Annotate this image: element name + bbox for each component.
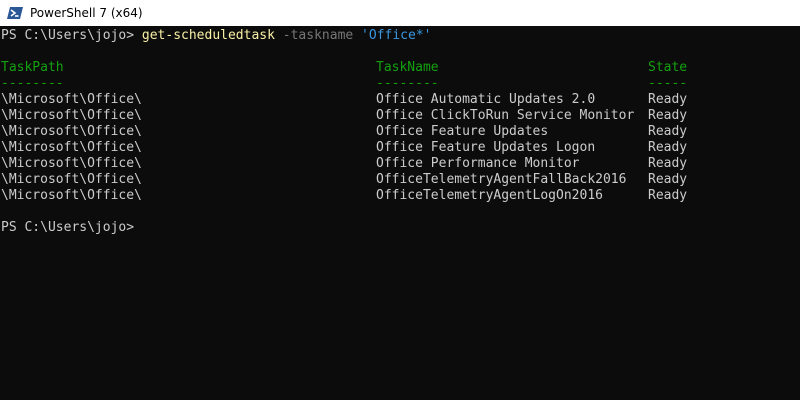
parameter-text: -taskname <box>274 28 362 43</box>
row-state: Ready <box>648 140 688 155</box>
separator-taskpath: -------- <box>1 76 64 91</box>
row-taskname: OfficeTelemetryAgentFallBack2016 <box>376 172 627 187</box>
table-row: \Microsoft\Office\ Office Feature Update… <box>1 140 800 156</box>
row-taskpath: \Microsoft\Office\ <box>1 92 142 107</box>
row-taskpath: \Microsoft\Office\ <box>1 156 142 171</box>
row-taskpath: \Microsoft\Office\ <box>1 124 142 139</box>
row-state: Ready <box>648 156 688 171</box>
table-row: \Microsoft\Office\ OfficeTelemetryAgentF… <box>1 172 800 188</box>
row-taskname: Office Performance Monitor <box>376 156 580 171</box>
row-taskpath: \Microsoft\Office\ <box>1 140 142 155</box>
command-line: PS C:\Users\jojo> get-scheduledtask -tas… <box>1 28 432 44</box>
argument-text: 'Office*' <box>361 28 432 43</box>
powershell-window: PowerShell 7 (x64) PS C:\Users\jojo> get… <box>0 0 800 400</box>
row-taskname: OfficeTelemetryAgentLogOn2016 <box>376 188 603 203</box>
row-taskpath: \Microsoft\Office\ <box>1 172 142 187</box>
title-bar[interactable]: PowerShell 7 (x64) <box>0 0 800 26</box>
row-taskpath: \Microsoft\Office\ <box>1 188 142 203</box>
row-taskname: Office ClickToRun Service Monitor <box>376 108 635 123</box>
prompt-line: PS C:\Users\jojo> <box>1 220 135 235</box>
table-row: \Microsoft\Office\ Office Automatic Upda… <box>1 92 800 108</box>
row-state: Ready <box>648 124 688 139</box>
header-state: State <box>648 60 688 75</box>
table-row: \Microsoft\Office\ Office Feature Update… <box>1 124 800 140</box>
row-taskname: Office Feature Updates Logon <box>376 140 596 155</box>
command-text: get-scheduledtask <box>141 28 275 43</box>
row-state: Ready <box>648 108 688 123</box>
separator-taskname: -------- <box>376 76 439 91</box>
row-taskname: Office Automatic Updates 2.0 <box>376 92 596 107</box>
table-header: TaskPath TaskName State <box>1 60 800 76</box>
separator-state: ----- <box>648 76 688 91</box>
table-separator: -------- -------- ----- <box>1 76 800 92</box>
prompt-text: PS C:\Users\jojo> <box>1 28 142 43</box>
row-state: Ready <box>648 172 688 187</box>
table-row: \Microsoft\Office\ Office ClickToRun Ser… <box>1 108 800 124</box>
table-row: \Microsoft\Office\ OfficeTelemetryAgentL… <box>1 188 800 204</box>
row-state: Ready <box>648 92 688 107</box>
console-output[interactable]: PS C:\Users\jojo> get-scheduledtask -tas… <box>0 28 800 400</box>
header-taskname: TaskName <box>376 60 439 75</box>
row-state: Ready <box>648 188 688 203</box>
row-taskname: Office Feature Updates <box>376 124 549 139</box>
powershell-icon <box>7 5 23 21</box>
row-taskpath: \Microsoft\Office\ <box>1 108 142 123</box>
window-title: PowerShell 7 (x64) <box>30 6 143 20</box>
header-taskpath: TaskPath <box>1 60 64 75</box>
table-row: \Microsoft\Office\ Office Performance Mo… <box>1 156 800 172</box>
